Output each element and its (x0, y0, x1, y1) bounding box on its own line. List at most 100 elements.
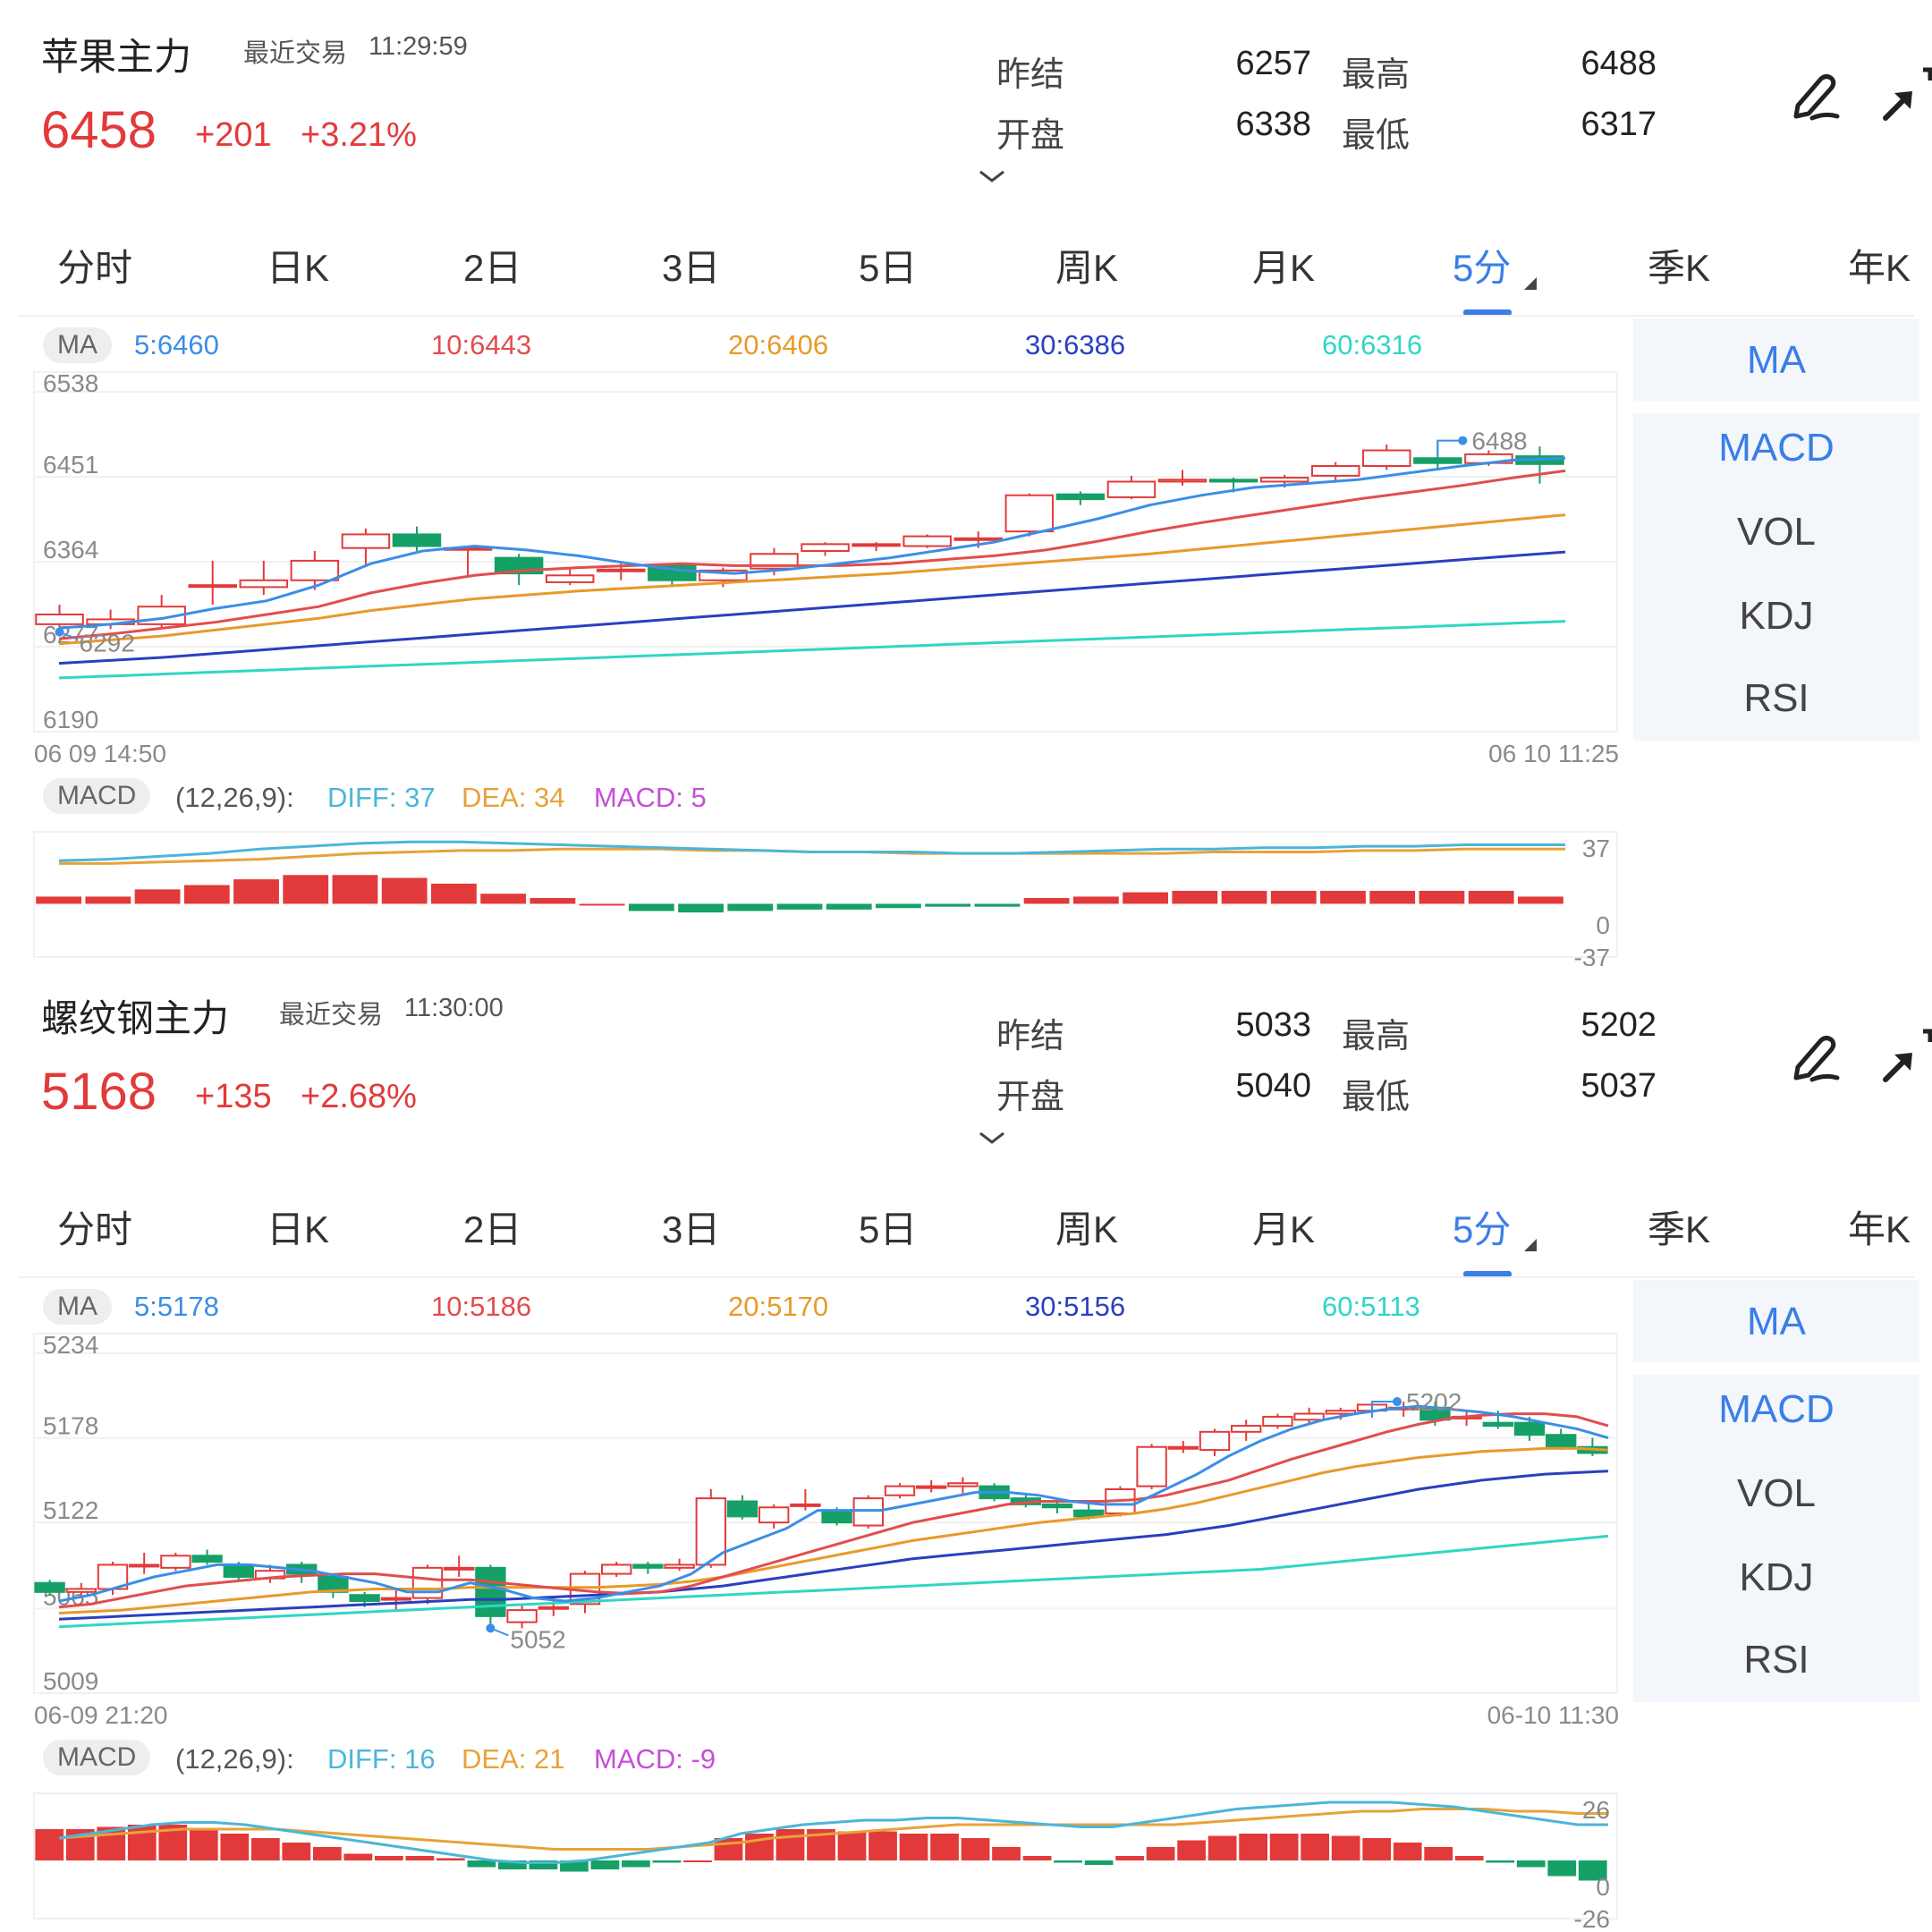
macd-pill[interactable]: MACD (43, 1740, 151, 1775)
macd-bar (1054, 1860, 1082, 1863)
candle-body (1055, 493, 1106, 501)
macd-bar (374, 1856, 403, 1860)
candle-body (852, 543, 901, 547)
macd-value: MACD: -9 (594, 1743, 716, 1775)
macd-bar (1424, 1847, 1453, 1860)
high-marker-label: 5202 (1406, 1388, 1462, 1416)
macd-bar (590, 1860, 620, 1869)
candle-body (758, 1506, 790, 1524)
low-marker-label: 6292 (80, 630, 135, 657)
macd-bar (1072, 896, 1119, 904)
macd-bar (925, 903, 971, 907)
candle-body (1167, 1445, 1199, 1450)
macd-bar (381, 877, 428, 904)
macd-dea: DEA: 34 (462, 782, 565, 813)
macd-bar (1270, 890, 1317, 904)
macd-bar (1486, 1860, 1515, 1863)
candle-body (545, 574, 595, 583)
macd-bar (283, 875, 329, 904)
macd-params: (12,26,9): (175, 782, 294, 813)
macd-bar (622, 1860, 650, 1868)
macd-diff: DIFF: 16 (327, 1743, 436, 1775)
macd-bar (974, 903, 1021, 907)
macd-bar (1468, 890, 1514, 904)
candle-body (1413, 457, 1462, 464)
macd-bar (876, 903, 921, 909)
candle-body (1262, 1415, 1293, 1428)
candle-body (1004, 494, 1055, 533)
candle-body (801, 543, 850, 552)
macd-bar (1084, 1860, 1114, 1865)
candle-body (1546, 1434, 1577, 1448)
macd-bar (1269, 1834, 1299, 1860)
macd-bar (1123, 892, 1168, 904)
low-marker-label: 5052 (510, 1625, 565, 1653)
candle-body (1106, 480, 1157, 498)
macd-tick-label: 0 (1596, 911, 1610, 939)
macd-bar (343, 1853, 373, 1860)
macd-bar (1547, 1860, 1577, 1877)
ma5-line (58, 456, 1566, 630)
macd-tick-label: -26 (1574, 1905, 1610, 1928)
candlestick-chart[interactable]: 653864516364627761906488629206 09 14:50 0… (0, 0, 1932, 966)
macd-bar (1331, 1835, 1360, 1860)
candle-body (664, 1563, 695, 1569)
candle-body (726, 1500, 758, 1518)
macd-bar (1023, 898, 1070, 904)
candle-body (916, 1485, 947, 1489)
candle-body (632, 1563, 664, 1569)
candle-body (349, 1594, 380, 1602)
macd-diff: DIFF: 37 (327, 782, 436, 813)
candle-body (1310, 464, 1360, 477)
y-tick-label: 5234 (43, 1331, 98, 1359)
candle-body (1482, 1421, 1513, 1428)
candlestick-chart[interactable]: 523451785122506550095202505206-09 21:20 0… (0, 962, 1932, 1928)
macd-bar (36, 896, 82, 904)
candle-body (290, 559, 340, 581)
macd-bar (652, 1860, 682, 1863)
y-tick-label: 6364 (43, 536, 98, 564)
macd-bar (189, 1829, 218, 1860)
macd-bar (776, 903, 823, 910)
macd-bar (930, 1834, 959, 1860)
y-tick-label: 5122 (43, 1496, 98, 1524)
macd-params: (12,26,9): (175, 1743, 294, 1775)
macd-bar (727, 903, 774, 911)
macd-bar (826, 903, 872, 910)
time-end-label: 06 10 11:25 (1488, 740, 1619, 767)
candle-body (392, 533, 442, 547)
candle-body (790, 1503, 821, 1507)
macd-bar (1419, 890, 1465, 904)
candle-body (1293, 1412, 1325, 1421)
macd-bar (1146, 1847, 1175, 1860)
candle-body (601, 1563, 632, 1575)
time-start-label: 06 09 14:50 (34, 740, 166, 767)
candle-body (34, 1581, 65, 1593)
macd-bar (837, 1831, 867, 1860)
candle-body (1136, 1445, 1167, 1487)
macd-bar (1239, 1834, 1268, 1860)
candle-body (239, 579, 289, 589)
time-end-label: 06-10 11:30 (1487, 1701, 1619, 1729)
macd-bar (1369, 890, 1416, 904)
y-tick-label: 6451 (43, 451, 98, 479)
candle-body (1041, 1503, 1073, 1509)
macd-bar (683, 1860, 712, 1862)
macd-bar (1208, 1835, 1237, 1860)
candle-body (902, 535, 952, 547)
macd-bar (961, 1838, 990, 1860)
candle-body (223, 1563, 254, 1578)
macd-dea: DEA: 21 (462, 1743, 565, 1775)
y-tick-label: 5178 (43, 1412, 98, 1440)
macd-bar (899, 1834, 928, 1860)
macd-bar (1115, 1856, 1144, 1860)
macd-bar (1516, 1860, 1546, 1868)
candle-body (1208, 479, 1258, 483)
macd-pill[interactable]: MACD (43, 778, 151, 814)
macd-bar (35, 1829, 64, 1860)
candle-body (380, 1597, 411, 1601)
futures-panel-rebar: 螺纹钢主力 最近交易 11:30:00 5168 +135 +2.68% 昨结 … (0, 962, 1932, 1928)
candle-body (884, 1485, 916, 1496)
macd-bar (678, 903, 724, 913)
candle-body (188, 584, 237, 589)
